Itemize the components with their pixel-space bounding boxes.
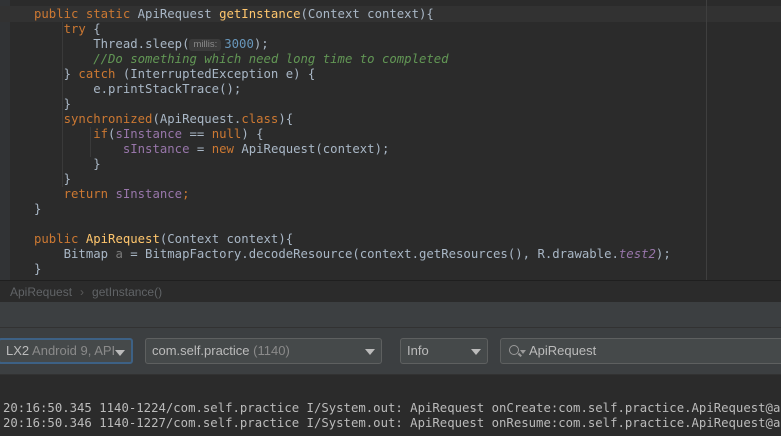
code-line: synchronized(ApiRequest.class){ [34,112,294,127]
code-line: sInstance = new ApiRequest(context); [34,142,390,157]
code-token: ApiRequest [137,7,220,21]
code-token: e.printStackTrace(); [34,82,242,96]
code-token: == [182,127,212,141]
code-token: } [34,172,72,186]
chevron-down-icon [471,349,481,355]
breadcrumb-separator: › [80,285,85,299]
code-token: sInstance [34,142,190,156]
code-line: e.printStackTrace(); [34,82,241,97]
log-level-dropdown[interactable]: Info [400,338,488,364]
search-icon[interactable] [509,345,519,355]
breadcrumb: ApiRequest › getInstance() [0,280,781,302]
search-history-icon[interactable] [520,350,526,354]
code-line: public static ApiRequest getInstance(Con… [34,7,434,22]
parameter-hint: millis: [189,39,222,51]
log-line: 20:16:50.346 1140-1227/com.self.practice… [3,416,781,430]
code-line: } [34,157,101,172]
device-name: LX2 [6,343,30,358]
search-value: ApiRequest [529,343,597,358]
code-token: null [211,127,242,141]
code-line: return sInstance; [34,187,190,202]
code-token: sInstance [115,127,183,141]
indent-guide [62,22,63,187]
code-token: ApiRequest(context); [241,142,390,156]
code-line: } [34,262,41,277]
code-line: Bitmap a = BitmapFactory.decodeResource(… [34,247,671,262]
code-line: //Do something which need long time to c… [34,52,449,67]
code-line: if(sInstance == null) { [34,127,264,142]
code-line: Thread.sleep(millis: 3000); [34,37,269,52]
code-token: new [211,142,242,156]
logcat-header-bar [0,302,781,328]
log-level-value: Info [407,343,429,358]
code-token: = BitmapFactory. [122,247,249,261]
code-line: public ApiRequest(Context context){ [34,232,293,247]
device-detail: Android 9, API [32,343,116,358]
code-token: a [115,247,123,261]
code-token: ) { [241,127,264,141]
code-token: } [34,157,101,171]
log-line: 20:16:50.345 1140-1224/com.self.practice… [3,401,781,415]
code-token: ; [182,187,190,201]
logcat-output[interactable]: 20:16:50.345 1140-1224/com.self.practice… [0,374,781,436]
code-line: try { [34,22,101,37]
code-token: (context.getResources(), R.drawable. [352,247,619,261]
process-pid: (1140) [253,343,290,358]
code-line: } [34,97,71,112]
logcat-toolbar: LX2 Android 9, API com.self.practice (11… [0,328,781,374]
code-token: Thread. [34,37,146,51]
code-token: ApiRequest [85,232,160,246]
code-token: } [34,97,72,111]
code-line: } [34,202,41,217]
code-token: { [93,22,101,36]
right-margin-guide [706,0,707,280]
breadcrumb-method[interactable]: getInstance() [92,285,162,299]
code-token: (InterruptedException e) { [122,67,316,81]
code-token: ){ [278,112,294,126]
code-line: } [34,172,71,187]
code-token: class [241,112,279,126]
device-dropdown[interactable]: LX2 Android 9, API [0,338,133,364]
code-token: ); [655,247,671,261]
code-token: (Context context){ [300,7,434,21]
editor-gutter [0,0,10,280]
code-token: sleep( [145,37,190,51]
code-token: sInstance [115,187,183,201]
breadcrumb-class[interactable]: ApiRequest [10,285,72,299]
code-editor[interactable]: public static ApiRequest getInstance(Con… [0,0,781,280]
process-dropdown[interactable]: com.self.practice (1140) [145,338,382,364]
code-token: synchronized [34,112,153,126]
code-token: } [34,67,79,81]
chevron-down-icon [365,349,375,355]
code-token: getInstance [219,7,301,21]
code-token: = [189,142,212,156]
code-token: ); [253,37,269,51]
indent-guide [90,127,91,157]
code-token: } [34,262,42,276]
code-token: public [34,232,86,246]
code-token: return [34,187,116,201]
code-token: (Context context){ [159,232,294,246]
code-token: test2 [618,247,656,261]
code-token: public static [34,7,138,21]
code-token: if [34,127,109,141]
code-token: try [34,22,94,36]
code-line: } catch (InterruptedException e) { [34,67,316,82]
logcat-search-input[interactable]: ApiRequest [500,338,781,364]
code-token: //Do something which need long time to c… [34,52,449,66]
code-token: 3000 [224,37,254,51]
code-token: Bitmap [34,247,116,261]
chevron-down-icon [115,350,125,356]
code-token: (ApiRequest. [152,112,242,126]
code-token: } [34,202,42,216]
code-token: catch [78,67,123,81]
code-token: decodeResource [248,247,353,261]
process-name: com.self.practice [152,343,250,358]
